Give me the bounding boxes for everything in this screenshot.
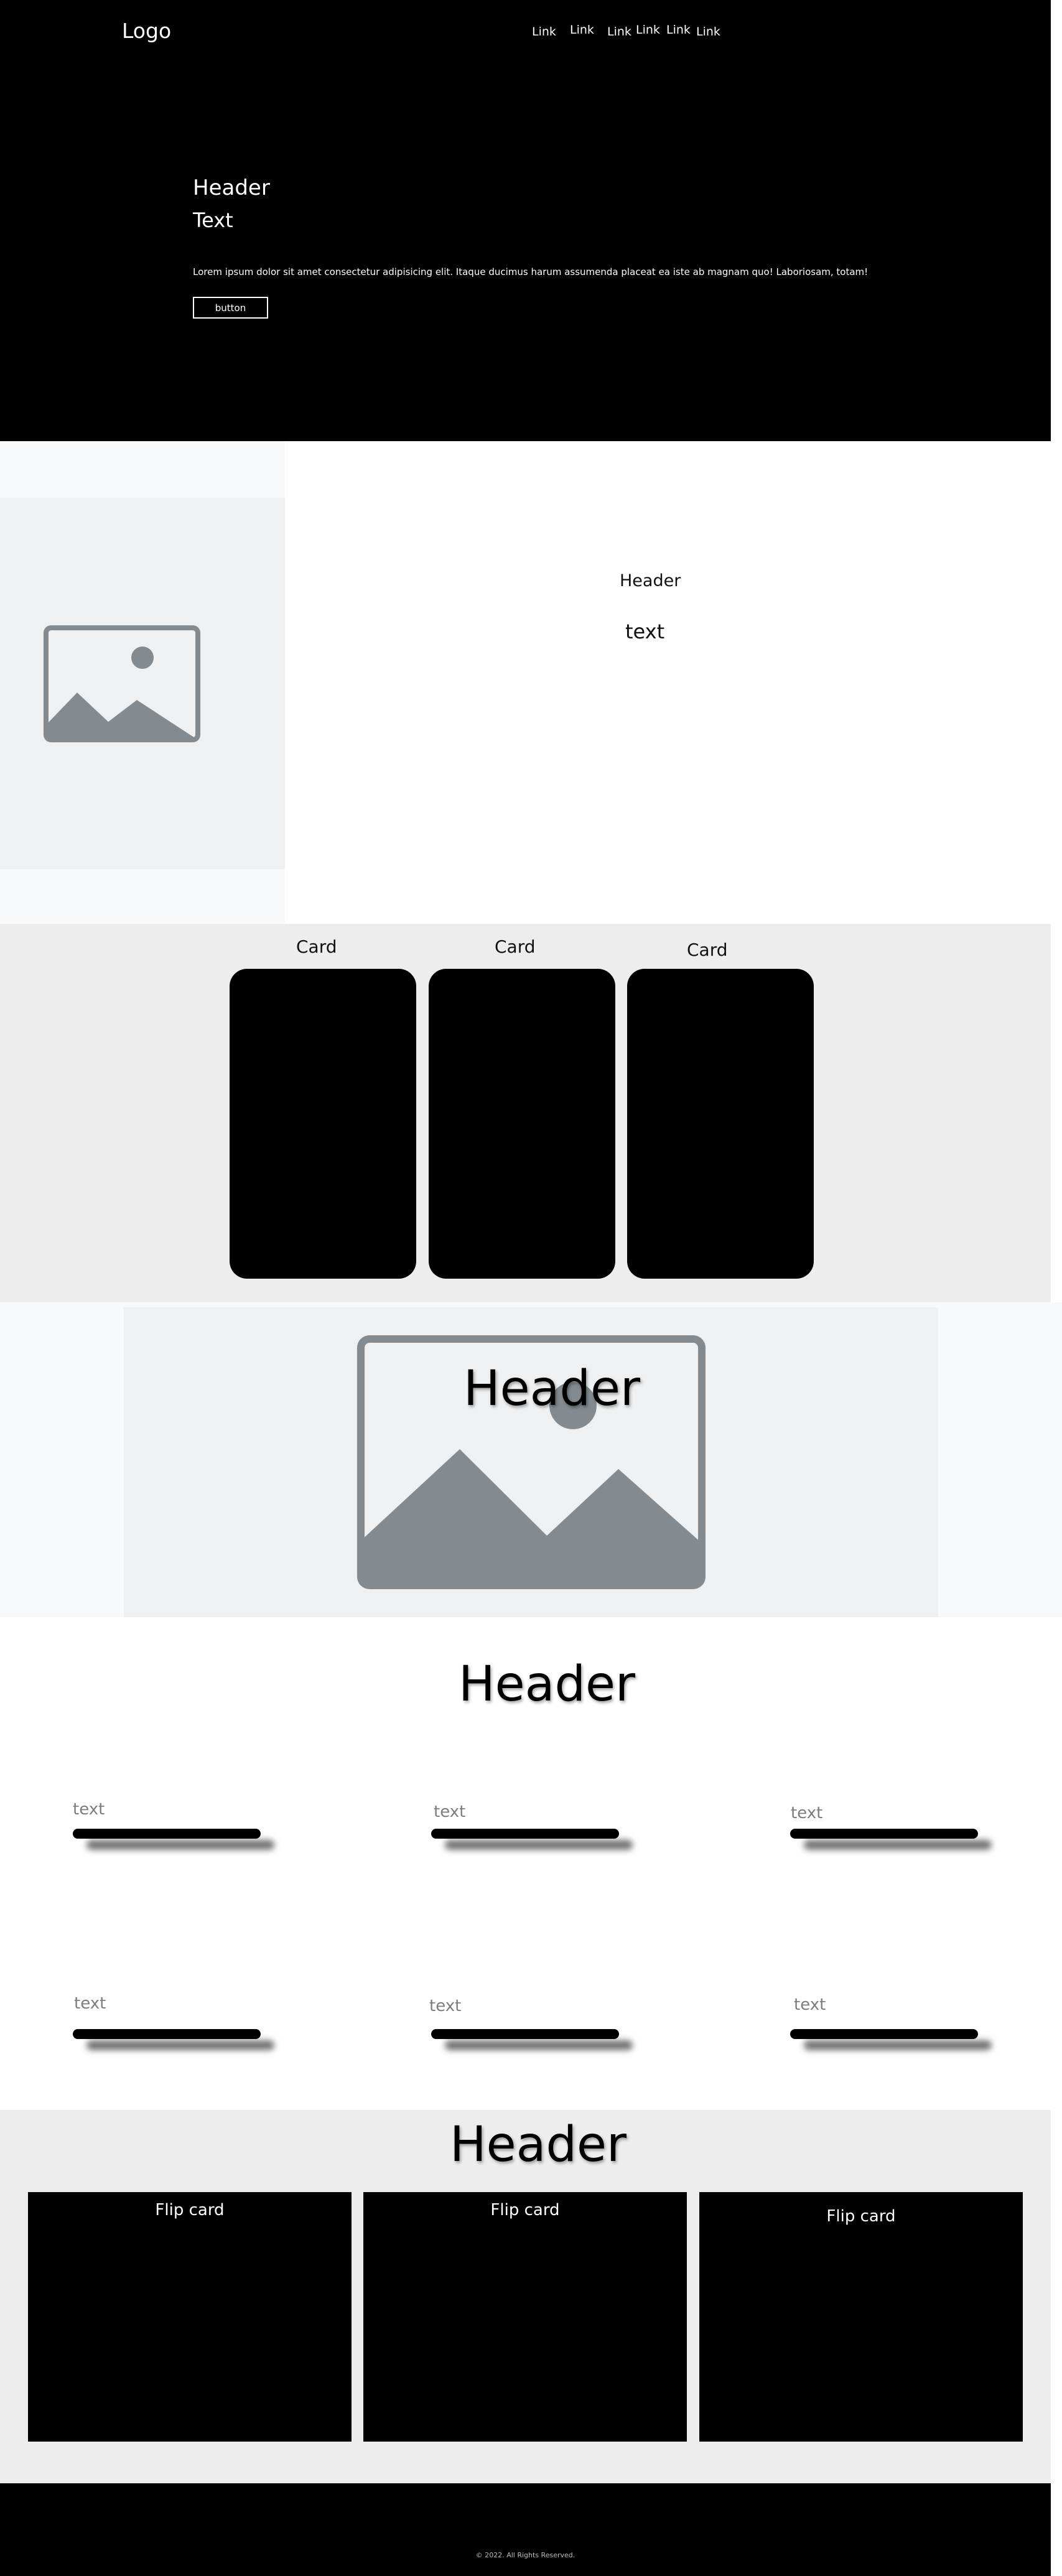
nav-link-5[interactable]: Link xyxy=(666,23,691,37)
feature-label-2: text xyxy=(434,1803,466,1821)
nav-link-2[interactable]: Link xyxy=(570,23,594,37)
feature-bar-2 xyxy=(431,1829,619,1839)
nav-link-3[interactable]: Link xyxy=(607,25,631,39)
card-title-2: Card xyxy=(495,936,536,957)
card-2[interactable] xyxy=(429,969,615,1279)
flip-card-3[interactable]: Flip card xyxy=(699,2192,1023,2442)
about-header: Header xyxy=(620,571,681,590)
feature-label-4: text xyxy=(74,1994,106,2013)
nav-link-4[interactable]: Link xyxy=(636,23,660,37)
flip-card-2[interactable]: Flip card xyxy=(363,2192,687,2442)
banner-image xyxy=(124,1307,938,1617)
hero-header: Header xyxy=(193,175,270,200)
flip-card-1[interactable]: Flip card xyxy=(28,2192,352,2442)
feature-bar-4 xyxy=(73,2029,261,2039)
footer-copyright: © 2022. All Rights Reserved. xyxy=(475,2551,575,2559)
flip-card-title-1: Flip card xyxy=(155,2201,225,2219)
about-text: text xyxy=(625,620,665,643)
banner-header: Header xyxy=(463,1361,641,1417)
feature-bar-3 xyxy=(790,1829,978,1839)
card-3[interactable] xyxy=(627,969,814,1279)
feature-bar-6 xyxy=(790,2029,978,2039)
logo[interactable]: Logo xyxy=(122,19,171,43)
nav-link-1[interactable]: Link xyxy=(532,25,556,39)
flip-card-title-3: Flip card xyxy=(826,2207,896,2226)
flip-card-title-2: Flip card xyxy=(490,2201,560,2219)
feature-label-6: text xyxy=(794,1995,826,2014)
hero-section xyxy=(0,0,1051,441)
nav-link-6[interactable]: Link xyxy=(696,25,720,39)
card-1[interactable] xyxy=(230,969,416,1279)
flip-header: Header xyxy=(450,2117,627,2173)
features-header: Header xyxy=(459,1656,636,1712)
feature-label-5: text xyxy=(429,1997,462,2015)
footer xyxy=(0,2483,1051,2576)
hero-subtext: Text xyxy=(193,208,233,232)
about-image xyxy=(0,498,285,869)
hero-paragraph: Lorem ipsum dolor sit amet consectetur a… xyxy=(193,266,869,278)
feature-bar-5 xyxy=(431,2029,619,2039)
feature-label-1: text xyxy=(73,1800,105,1819)
feature-bar-1 xyxy=(73,1829,261,1839)
feature-label-3: text xyxy=(791,1804,823,1822)
image-placeholder-icon xyxy=(44,625,200,742)
card-title-1: Card xyxy=(296,936,337,957)
hero-button[interactable]: button xyxy=(193,297,268,319)
card-title-3: Card xyxy=(687,940,728,960)
